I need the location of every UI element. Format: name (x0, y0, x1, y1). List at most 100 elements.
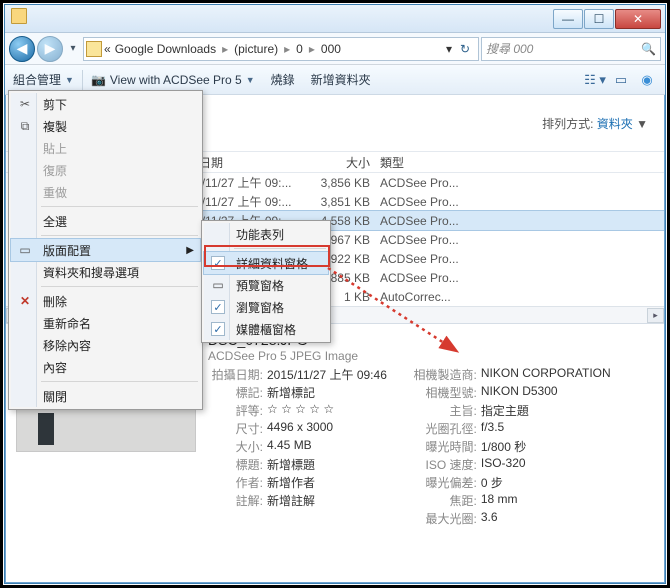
metadata-value[interactable]: 新增作者 (267, 474, 315, 491)
metadata-row: 主旨:指定主題 (407, 402, 611, 419)
menu-item-icon: ▭ (17, 242, 33, 258)
col-type[interactable]: 類型 (380, 154, 664, 171)
minimize-button[interactable]: — (553, 9, 583, 29)
help-button[interactable]: ◉ (635, 70, 659, 90)
metadata-value[interactable]: 4.45 MB (267, 438, 312, 455)
view-mode-button[interactable]: ☷ ▾ (583, 70, 607, 90)
metadata-value[interactable]: 新增標題 (267, 456, 315, 473)
address-dropdown[interactable]: ▾ (446, 42, 452, 56)
metadata-row: 標記:新增標記 (208, 384, 387, 401)
menu-item[interactable]: 關閉 (11, 385, 200, 407)
refresh-button[interactable]: ↻ (454, 42, 476, 56)
maximize-button[interactable]: ☐ (584, 9, 614, 29)
menu-item-label: 資料夾和搜尋選項 (43, 264, 139, 281)
submenu-item[interactable]: ✓瀏覽窗格 (204, 296, 328, 318)
metadata-value[interactable]: 指定主題 (481, 402, 529, 419)
metadata-value[interactable]: 18 mm (481, 492, 518, 509)
metadata-label: 註解: (208, 492, 263, 509)
submenu-item[interactable]: ✓ 詳細資料窗格 (204, 252, 328, 274)
file-type: ACDSee Pro... (380, 195, 664, 209)
menu-item[interactable]: 全選 (11, 210, 200, 232)
metadata-label: 主旨: (407, 402, 477, 419)
menu-item[interactable]: 資料夾和搜尋選項 (11, 261, 200, 283)
menu-item-label: 關閉 (43, 388, 67, 405)
metadata-value[interactable]: 0 步 (481, 474, 503, 491)
close-button[interactable]: ✕ (615, 9, 661, 29)
submenu-item-label: 詳細資料窗格 (236, 255, 308, 272)
col-size[interactable]: 大小 (300, 154, 380, 171)
metadata-row: 曝光時間:1/800 秒 (407, 438, 611, 455)
menu-item[interactable]: ✕刪除 (11, 290, 200, 312)
metadata-value[interactable]: NIKON D5300 (481, 384, 558, 401)
submenu-arrow-icon: ▶ (186, 245, 194, 256)
file-type: ACDSee Pro... (380, 214, 664, 228)
menu-item: 復原 (11, 159, 200, 181)
metadata-value[interactable]: 新增標記 (267, 384, 315, 401)
chevron-down-icon[interactable]: ▼ (636, 117, 648, 131)
metadata-row: 註解:新增註解 (208, 492, 387, 509)
menu-item[interactable]: 內容 (11, 356, 200, 378)
sortby-label: 排列方式: (542, 117, 593, 131)
metadata-row: 相機製造商:NIKON CORPORATION (407, 366, 611, 383)
checkbox-icon: ✓ (211, 256, 225, 270)
file-type: ACDSee Pro... (380, 233, 664, 247)
metadata-value[interactable]: 3.6 (481, 510, 498, 527)
menu-item: 重做 (11, 181, 200, 203)
menu-item-icon: ⧉ (17, 118, 33, 134)
menu-item-label: 貼上 (43, 140, 67, 157)
organize-context-menu: ✂剪下⧉複製貼上復原重做全選 ▭ 版面配置 ▶ 資料夾和搜尋選項 ✕刪除重新命名移除內容內… (8, 90, 203, 410)
metadata-value[interactable]: NIKON CORPORATION (481, 366, 611, 383)
breadcrumb[interactable]: (picture) (232, 42, 280, 56)
metadata-row: 曝光偏差:0 步 (407, 474, 611, 491)
breadcrumb[interactable]: 000 (319, 42, 343, 56)
metadata-value[interactable]: f/3.5 (481, 420, 504, 437)
preview-pane-button[interactable]: ▭ (609, 70, 633, 90)
back-button[interactable]: ◀ (9, 36, 35, 62)
menu-item[interactable]: ⧉複製 (11, 115, 200, 137)
address-bar[interactable]: « Google Downloads▸ (picture)▸ 0▸ 000 ▾ … (83, 37, 479, 61)
file-size: 3,856 KB (300, 176, 380, 190)
submenu-item-label: 功能表列 (236, 226, 284, 243)
metadata-label: 曝光偏差: (407, 474, 477, 491)
metadata-label: 光圈孔徑: (407, 420, 477, 437)
breadcrumb[interactable]: 0 (294, 42, 305, 56)
burn-button[interactable]: 燒錄 (263, 65, 303, 95)
menu-item-label: 刪除 (43, 293, 67, 310)
checkbox-icon: ✓ (211, 300, 225, 314)
metadata-row: ISO 速度:ISO-320 (407, 456, 611, 473)
sortby-value[interactable]: 資料夾 (597, 117, 633, 131)
metadata-value[interactable]: 4496 x 3000 (267, 420, 333, 437)
metadata-value[interactable]: 新增註解 (267, 492, 315, 509)
metadata-row: 拍攝日期:2015/11/27 上午 09:46 (208, 366, 387, 383)
menu-item[interactable]: ✂剪下 (11, 93, 200, 115)
scroll-right-button[interactable]: ▸ (647, 308, 664, 323)
menu-item[interactable]: 移除內容 (11, 334, 200, 356)
search-input[interactable]: 搜尋 000 🔍 (481, 37, 661, 61)
metadata-label: 最大光圈: (407, 510, 477, 527)
submenu-item[interactable]: 功能表列 (204, 223, 328, 245)
submenu-item[interactable]: ▭預覽窗格 (204, 274, 328, 296)
menu-item-label: 全選 (43, 213, 67, 230)
metadata-value[interactable]: ISO-320 (481, 456, 526, 473)
metadata-value[interactable]: ☆ ☆ ☆ ☆ ☆ (267, 402, 334, 419)
menu-item[interactable]: 重新命名 (11, 312, 200, 334)
menu-item[interactable]: ▭ 版面配置 ▶ (11, 239, 200, 261)
metadata-label: 曝光時間: (407, 438, 477, 455)
menu-item-label: 版面配置 (43, 242, 91, 259)
submenu-item[interactable]: ✓媒體櫃窗格 (204, 318, 328, 340)
metadata-value[interactable]: 1/800 秒 (481, 438, 526, 455)
search-placeholder: 搜尋 000 (486, 40, 533, 57)
menu-item-icon: ✂ (17, 96, 33, 112)
submenu-item-label: 預覽窗格 (236, 277, 284, 294)
new-folder-button[interactable]: 新增資料夾 (303, 65, 379, 95)
history-dropdown[interactable]: ▾ (65, 39, 81, 59)
breadcrumb[interactable]: Google Downloads (113, 42, 218, 56)
menu-item-label: 移除內容 (43, 337, 91, 354)
metadata-row: 光圈孔徑:f/3.5 (407, 420, 611, 437)
menu-item-label: 重新命名 (43, 315, 91, 332)
metadata-row: 作者:新增作者 (208, 474, 387, 491)
metadata-value[interactable]: 2015/11/27 上午 09:46 (267, 366, 387, 383)
metadata-row: 最大光圈:3.6 (407, 510, 611, 527)
forward-button[interactable]: ▶ (37, 36, 63, 62)
file-type: ACDSee Pro... (380, 271, 664, 285)
